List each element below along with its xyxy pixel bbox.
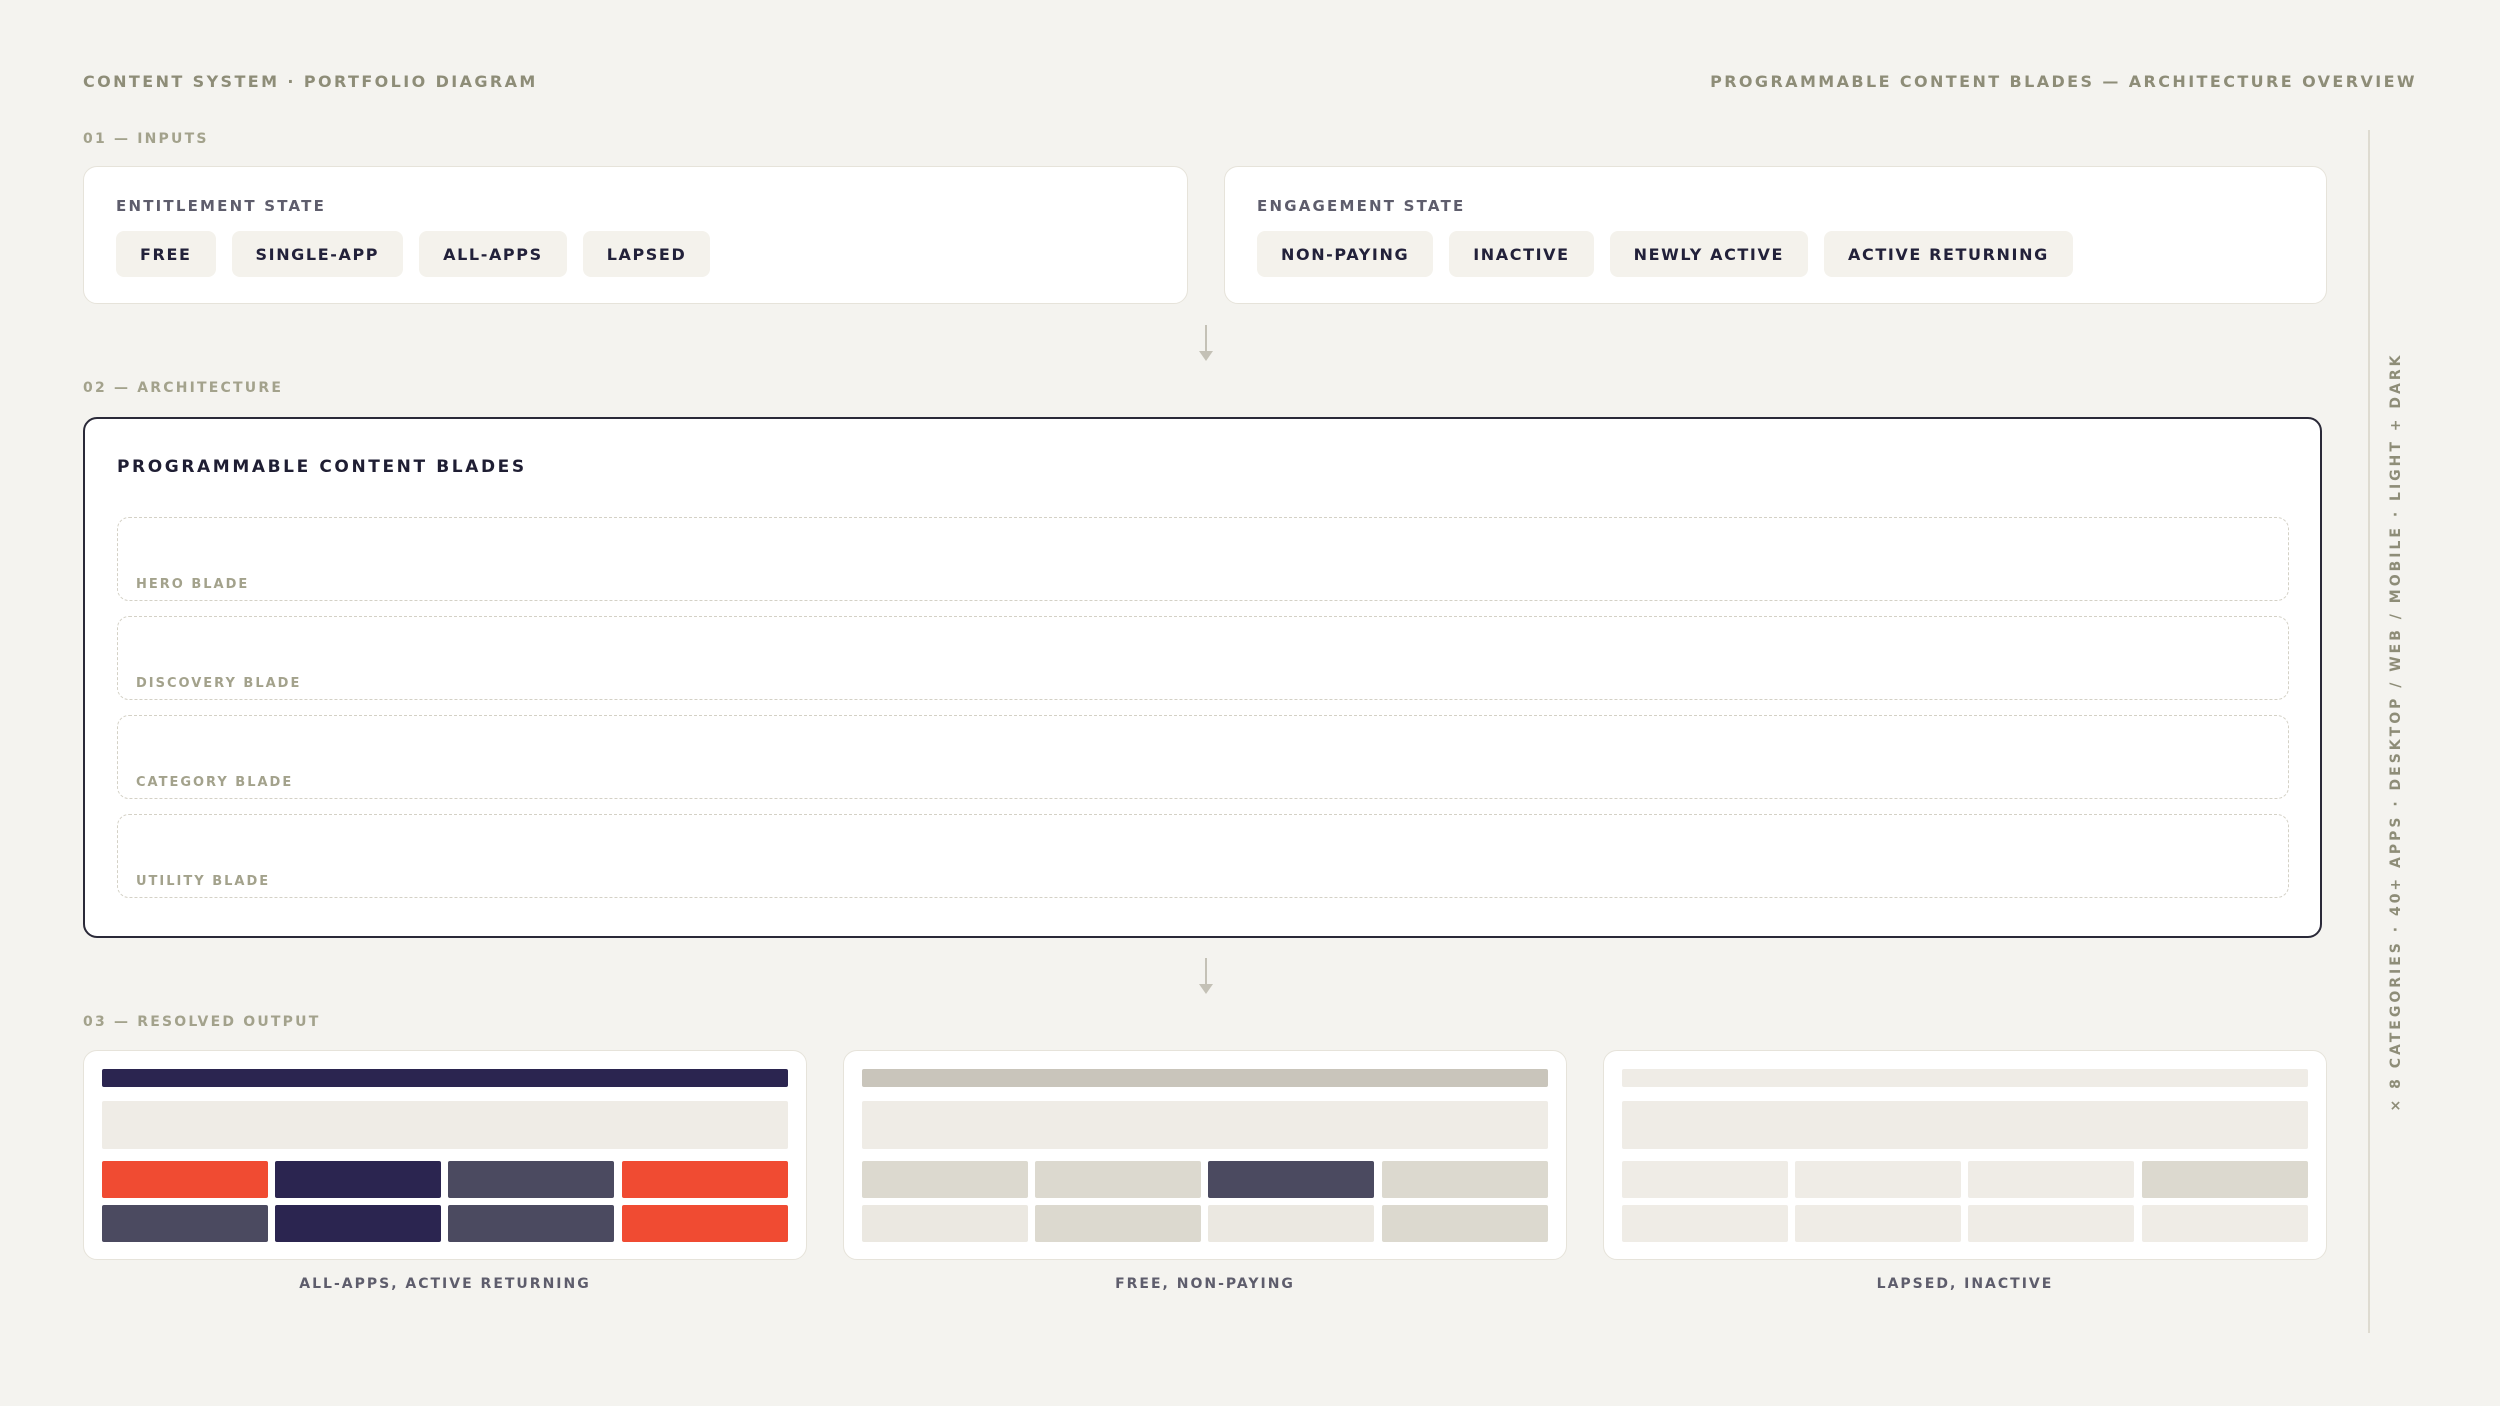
entitlement-chip: ALL-APPS [419,231,567,277]
preview-tile [1208,1205,1374,1242]
blade-label: CATEGORY BLADE [136,775,294,790]
preview-tile [862,1205,1028,1242]
preview-hero-block [102,1101,788,1149]
preview-tile [102,1161,268,1198]
preview-tile [1035,1205,1201,1242]
flow-arrow-down-icon [1199,325,1213,361]
entitlement-chip: FREE [116,231,216,277]
preview-tile [622,1161,788,1198]
hero-blade: HERO BLADE [117,517,2289,601]
preview-tile [448,1205,614,1242]
section-label-inputs: 01 — INPUTS [83,131,209,147]
preview-tile [622,1205,788,1242]
architecture-title: PROGRAMMABLE CONTENT BLADES [117,457,527,477]
entitlement-state-card: ENTITLEMENT STATE FREE SINGLE-APP ALL-AP… [83,166,1188,304]
preview-tile [1795,1161,1961,1198]
programmable-content-blades-card: PROGRAMMABLE CONTENT BLADES HERO BLADE D… [83,417,2322,938]
preview-tile [1795,1205,1961,1242]
blade-label: DISCOVERY BLADE [136,676,302,691]
preview-tile [1208,1161,1374,1198]
engagement-state-title: ENGAGEMENT STATE [1257,197,1466,215]
blade-label: UTILITY BLADE [136,874,271,889]
preview-tile [1968,1205,2134,1242]
header-right-title: PROGRAMMABLE CONTENT BLADES — ARCHITECTU… [1710,72,2417,91]
section-label-output: 03 — RESOLVED OUTPUT [83,1014,321,1030]
engagement-chip: NON-PAYING [1257,231,1434,277]
preview-tile [275,1161,441,1198]
resolved-output-caption: LAPSED, INACTIVE [1876,1276,2054,1292]
resolved-output-caption: ALL-APPS, ACTIVE RETURNING [299,1276,591,1292]
preview-hero-block [1622,1101,2308,1149]
entitlement-state-title: ENTITLEMENT STATE [116,197,327,215]
discovery-blade: DISCOVERY BLADE [117,616,2289,700]
resolved-output-caption: FREE, NON-PAYING [1115,1276,1295,1292]
category-blade: CATEGORY BLADE [117,715,2289,799]
engagement-chip: ACTIVE RETURNING [1824,231,2073,277]
preview-tile [1035,1161,1201,1198]
header-left-title: CONTENT SYSTEM · PORTFOLIO DIAGRAM [83,72,538,91]
entitlement-chip: SINGLE-APP [231,231,404,277]
preview-tile [1622,1205,1788,1242]
preview-tile [1968,1161,2134,1198]
resolved-output-card [1603,1050,2327,1260]
resolved-output-card [83,1050,807,1260]
engagement-state-card: ENGAGEMENT STATE NON-PAYING INACTIVE NEW… [1224,166,2327,304]
entitlement-chip: LAPSED [582,231,711,277]
sidebar-divider [2368,130,2370,1333]
engagement-chip-row: NON-PAYING INACTIVE NEWLY ACTIVE ACTIVE … [1257,231,2073,277]
preview-tile [2142,1161,2308,1198]
preview-tile [2142,1205,2308,1242]
preview-tile [1622,1161,1788,1198]
preview-top-bar [1622,1069,2308,1087]
resolved-output-card [843,1050,1567,1260]
blade-label: HERO BLADE [136,577,250,592]
preview-tile [1382,1205,1548,1242]
preview-tile [448,1161,614,1198]
flow-arrow-down-icon [1199,958,1213,994]
section-label-architecture: 02 — ARCHITECTURE [83,380,284,396]
preview-tile [102,1205,268,1242]
preview-tile [1382,1161,1548,1198]
preview-tile [275,1205,441,1242]
sidebar-scope-note: × 8 CATEGORIES · 40+ APPS · DESKTOP / WE… [2388,352,2404,1112]
preview-top-bar [862,1069,1548,1087]
preview-tile [862,1161,1028,1198]
preview-hero-block [862,1101,1548,1149]
engagement-chip: NEWLY ACTIVE [1609,231,1808,277]
entitlement-chip-row: FREE SINGLE-APP ALL-APPS LAPSED [116,231,711,277]
preview-top-bar [102,1069,788,1087]
engagement-chip: INACTIVE [1449,231,1594,277]
utility-blade: UTILITY BLADE [117,814,2289,898]
